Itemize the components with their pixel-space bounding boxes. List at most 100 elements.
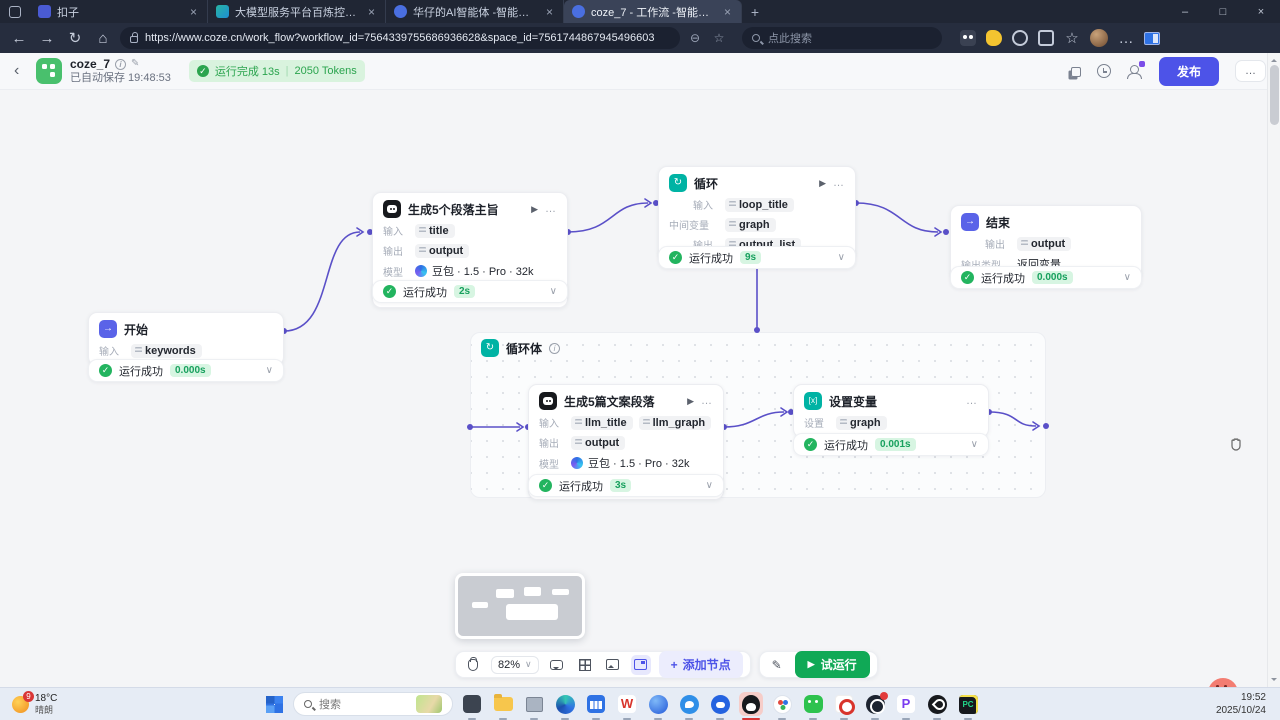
header-more-button[interactable]: …: [1235, 60, 1266, 82]
sidebar-panel-icon[interactable]: [1144, 32, 1160, 45]
node-more-icon[interactable]: …: [966, 395, 978, 407]
taskbar-app-clouddisk[interactable]: [708, 692, 732, 716]
quick-search-box[interactable]: 点此搜索: [742, 27, 942, 49]
taskbar-app-quark[interactable]: [646, 692, 670, 716]
taskbar-app-appcenter[interactable]: [770, 692, 794, 716]
node-loop-status[interactable]: ✓ 运行成功 9s ∨: [658, 246, 856, 269]
comment-tool-button[interactable]: [547, 655, 567, 675]
node-start-status[interactable]: ✓ 运行成功 0.000s ∨: [88, 359, 284, 382]
scroll-up-arrow[interactable]: [1271, 56, 1277, 62]
zoom-out-icon[interactable]: ⊖: [686, 31, 704, 45]
info-icon[interactable]: i: [115, 59, 126, 70]
home-button[interactable]: ⌂: [92, 30, 114, 47]
page-scrollbar[interactable]: [1267, 53, 1280, 687]
taskbar-app-qq-active[interactable]: [739, 692, 763, 716]
node-llm-outline-status[interactable]: ✓ 运行成功 2s ∨: [372, 280, 568, 303]
window-minimize-button[interactable]: –: [1166, 0, 1204, 23]
start-button[interactable]: [262, 692, 286, 716]
tab-close-icon[interactable]: ×: [722, 5, 733, 19]
address-bar[interactable]: https://www.coze.cn/work_flow?workflow_i…: [120, 27, 680, 49]
bookmark-star-icon[interactable]: ☆: [710, 31, 728, 45]
llm-node-icon: [383, 200, 401, 218]
collaboration-icon[interactable]: [1127, 64, 1143, 78]
test-run-button[interactable]: ▶ 试运行: [795, 651, 870, 678]
minimap[interactable]: [455, 573, 585, 639]
node-more-icon[interactable]: …: [833, 177, 845, 189]
tab-close-icon[interactable]: ×: [188, 5, 199, 19]
window-close-button[interactable]: ×: [1242, 0, 1280, 23]
scrollbar-thumb[interactable]: [1270, 65, 1279, 125]
export-image-button[interactable]: [603, 655, 623, 675]
taskbar-app-pp[interactable]: P: [894, 692, 918, 716]
taskbar-app-pycharm[interactable]: PC: [956, 692, 980, 716]
taskbar-app-wechat[interactable]: [801, 692, 825, 716]
chevron-down-icon[interactable]: ∨: [550, 286, 557, 297]
taskbar-app-obs[interactable]: [863, 692, 887, 716]
history-icon[interactable]: [1097, 64, 1111, 78]
tab-close-icon[interactable]: ×: [544, 5, 555, 19]
tab-close-icon[interactable]: ×: [366, 5, 377, 19]
chevron-down-icon[interactable]: ∨: [1124, 272, 1131, 283]
tab-list-button[interactable]: [0, 0, 30, 23]
node-more-icon[interactable]: …: [701, 395, 713, 407]
auto-layout-button[interactable]: [575, 655, 595, 675]
tab-agent[interactable]: 华仔的AI智能体 -智能体 - 扣子 ×: [386, 0, 564, 23]
taskbar-search[interactable]: 搜索: [293, 692, 453, 716]
node-more-icon[interactable]: …: [545, 203, 557, 215]
taskbar-app-store[interactable]: [584, 692, 608, 716]
node-title: 生成5个段落主旨: [408, 201, 524, 218]
duplicate-icon[interactable]: [1071, 67, 1081, 77]
taskbar-clock[interactable]: 19:52 2025/10/24: [1216, 691, 1280, 717]
hand-tool-button[interactable]: [463, 655, 483, 675]
taskbar-app-devicetool[interactable]: [522, 692, 546, 716]
scroll-down-arrow[interactable]: [1271, 678, 1277, 684]
window-restore-button[interactable]: □: [1204, 0, 1242, 23]
tab-kouzi[interactable]: 扣子 ×: [30, 0, 208, 23]
taskbar-app-taskview[interactable]: [460, 692, 484, 716]
browser-menu-icon[interactable]: …: [1118, 30, 1134, 47]
extension-icon[interactable]: [960, 30, 976, 46]
run-node-icon[interactable]: ▶: [687, 396, 694, 407]
variable-chip: graph: [836, 416, 887, 430]
add-node-button[interactable]: + 添加节点: [659, 651, 743, 678]
new-tab-button[interactable]: +: [742, 4, 768, 20]
chevron-down-icon[interactable]: ∨: [266, 365, 273, 376]
extension-music-icon[interactable]: [1038, 30, 1054, 46]
favorites-icon[interactable]: ☆: [1064, 29, 1080, 47]
extension-ghost-icon[interactable]: [1012, 30, 1028, 46]
back-button[interactable]: ←: [8, 30, 30, 47]
chevron-down-icon[interactable]: ∨: [971, 439, 978, 450]
tab-coze7-active[interactable]: coze_7 - 工作流 -智能体平台 ×: [564, 0, 742, 23]
taskbar-app-explorer[interactable]: [491, 692, 515, 716]
chevron-down-icon[interactable]: ∨: [706, 480, 713, 491]
extension-duck-icon[interactable]: [986, 30, 1002, 46]
node-llm-paragraphs-status[interactable]: ✓ 运行成功 3s ∨: [528, 474, 724, 497]
grab-cursor: [1228, 436, 1244, 455]
zoom-level-dropdown[interactable]: 82% ∨: [491, 656, 539, 674]
taskbar-app-wps[interactable]: W: [615, 692, 639, 716]
tab-bailian[interactable]: 大模型服务平台百炼控制台 ×: [208, 0, 386, 23]
weather-widget[interactable]: 9 18°C 晴朗: [0, 693, 69, 715]
chevron-down-icon[interactable]: ∨: [838, 252, 845, 263]
taskbar-app-maps[interactable]: [925, 692, 949, 716]
profile-avatar[interactable]: [1090, 29, 1108, 47]
publish-button[interactable]: 发布: [1159, 57, 1219, 86]
run-node-icon[interactable]: ▶: [531, 204, 538, 215]
forward-button[interactable]: →: [36, 30, 58, 47]
node-start[interactable]: → 开始 输入 keywords: [88, 312, 284, 366]
edit-tool-button[interactable]: ✎: [767, 655, 787, 675]
taskbar-app-oracle[interactable]: [832, 692, 856, 716]
node-set-variable-status[interactable]: ✓ 运行成功 0.001s ∨: [793, 433, 989, 456]
edit-icon[interactable]: ✎: [131, 58, 139, 71]
row-label: 输入: [99, 343, 125, 358]
taskbar-app-edge[interactable]: [553, 692, 577, 716]
reload-button[interactable]: ↻: [64, 29, 86, 47]
collapse-chevron-icon[interactable]: ‹: [14, 62, 28, 80]
node-end-status[interactable]: ✓ 运行成功 0.000s ∨: [950, 266, 1142, 289]
run-node-icon[interactable]: ▶: [819, 178, 826, 189]
run-result-badge[interactable]: ✓ 运行完成 13s | 2050 Tokens: [189, 60, 365, 82]
taskbar-app-browser2[interactable]: [677, 692, 701, 716]
variable-chip: llm_title: [571, 416, 633, 430]
minimap-toggle-button[interactable]: [631, 655, 651, 675]
node-set-variable[interactable]: [x] 设置变量 … 设置 graph: [793, 384, 989, 438]
